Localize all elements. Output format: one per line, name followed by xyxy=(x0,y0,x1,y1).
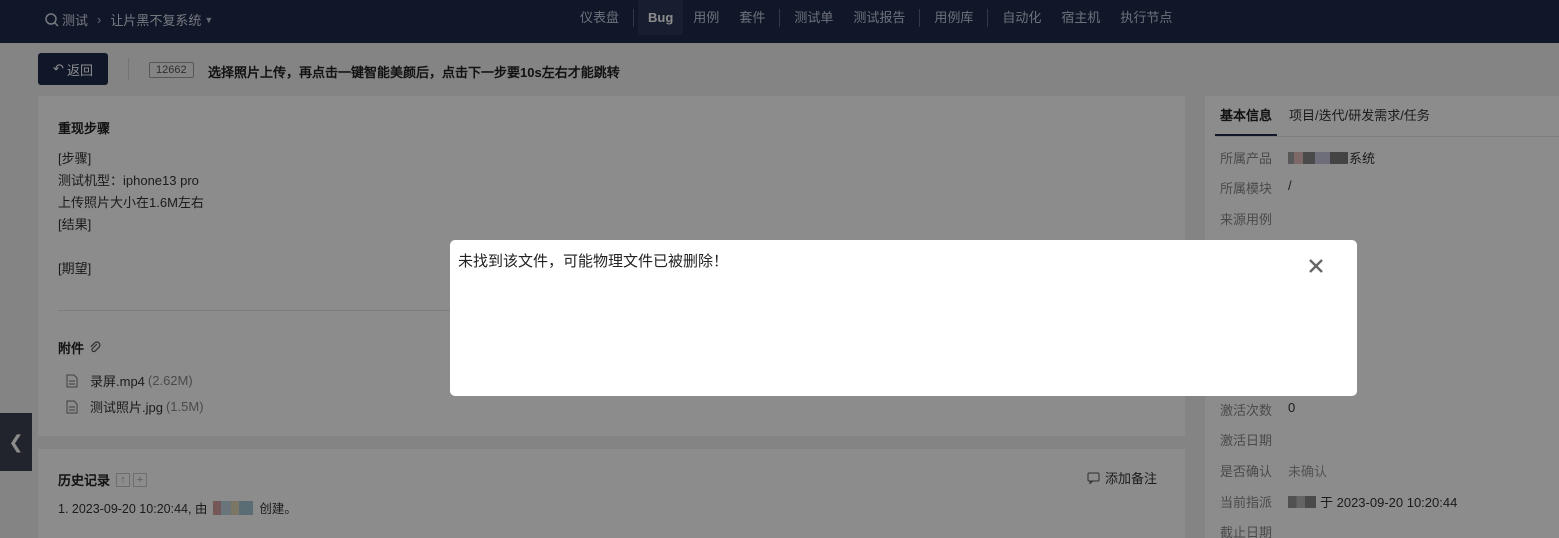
alert-dialog: 未找到该文件，可能物理文件已被删除！ xyxy=(450,240,1357,396)
close-icon[interactable] xyxy=(1306,256,1326,276)
dialog-message: 未找到该文件，可能物理文件已被删除！ xyxy=(458,253,729,270)
